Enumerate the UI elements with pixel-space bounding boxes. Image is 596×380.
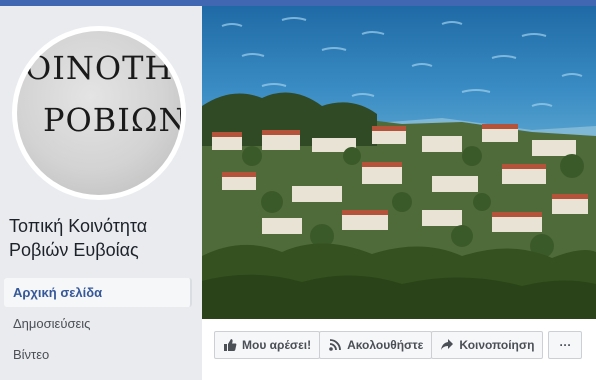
cover-photo[interactable] (202, 6, 596, 319)
share-icon (440, 338, 454, 352)
follow-icon (328, 338, 342, 352)
nav-item-videos[interactable]: Βίντεο (4, 340, 192, 369)
seal-text-line-2: ΡΟΒΙΩΝ (43, 101, 181, 139)
like-button-label: Μου αρέσει! (242, 338, 312, 352)
like-icon (223, 338, 237, 352)
nav-item-home[interactable]: Αρχική σελίδα (4, 278, 192, 307)
page-nav: Αρχική σελίδα Δημοσιεύσεις Βίντεο (4, 278, 192, 371)
more-icon: ··· (559, 338, 572, 352)
page-action-bar: Μου αρέσει! Ακολουθήστε Κοινοποίηση ··· (202, 319, 596, 380)
seal-text-line-1: ΟΙΝΟΤΗ (25, 49, 174, 87)
left-column: ΟΙΝΟΤΗ ΡΟΒΙΩΝ Τοπική Κοινότητα Ροβιών Ευ… (0, 6, 200, 380)
profile-seal-image: ΟΙΝΟΤΗ ΡΟΒΙΩΝ (17, 31, 181, 195)
follow-button-label: Ακολουθήστε (347, 338, 424, 352)
cover-photo-scene (202, 6, 596, 319)
more-button[interactable]: ··· (548, 331, 583, 359)
like-button[interactable]: Μου αρέσει! (214, 331, 321, 359)
action-buttons: Μου αρέσει! Ακολουθήστε Κοινοποίηση ··· (214, 331, 583, 359)
share-button[interactable]: Κοινοποίηση (431, 331, 544, 359)
nav-item-posts[interactable]: Δημοσιεύσεις (4, 309, 192, 338)
profile-picture[interactable]: ΟΙΝΟΤΗ ΡΟΒΙΩΝ (12, 26, 186, 200)
page-title[interactable]: Τοπική Κοινότητα Ροβιών Ευβοίας (9, 214, 194, 262)
follow-button[interactable]: Ακολουθήστε (319, 331, 433, 359)
share-button-label: Κοινοποίηση (459, 338, 535, 352)
